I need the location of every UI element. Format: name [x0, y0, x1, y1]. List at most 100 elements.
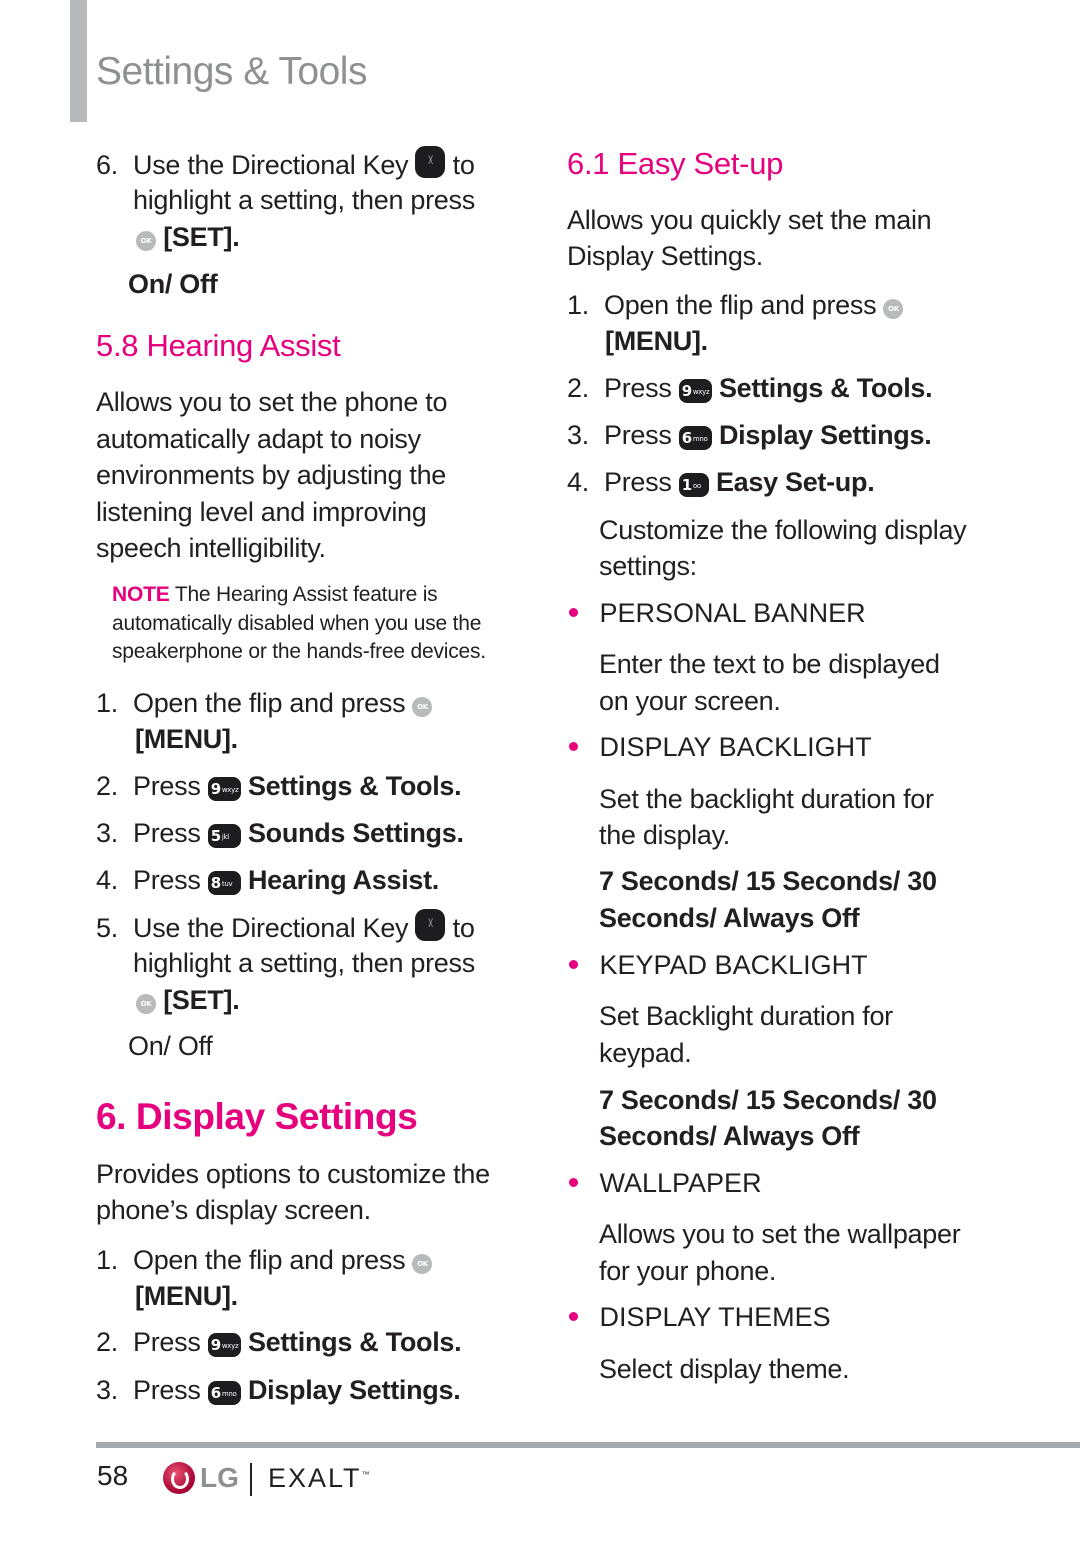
easy-step-3: 3. Press 6mno Display Settings. — [567, 417, 932, 453]
step-number: 2. — [96, 1327, 118, 1357]
bullet-icon — [569, 1312, 578, 1321]
menu-target: Display Settings. — [247, 1375, 461, 1405]
step-text: Press — [133, 818, 201, 848]
menu-target: Settings & Tools. — [718, 373, 933, 403]
hearing-desc-line: Allows you to set the phone to — [96, 387, 448, 417]
brand-separator — [250, 1463, 252, 1496]
lg-wordmark: LG — [200, 1462, 239, 1493]
customize-line: Customize the following display — [599, 515, 967, 545]
key-6-icon: 6mno — [207, 1381, 241, 1405]
bullet-icon — [569, 742, 578, 751]
step-number: 3. — [567, 420, 589, 450]
product-name: EXALT™ — [268, 1463, 370, 1494]
item-options: 7 Seconds/ 15 Seconds/ 30 — [599, 866, 937, 896]
trademark: ™ — [361, 1470, 370, 1479]
ok-key-icon: OK — [883, 299, 904, 319]
item-title: KEYPAD BACKLIGHT — [599, 950, 868, 980]
directional-key-icon — [415, 903, 446, 943]
menu-target: Display Settings. — [718, 420, 932, 450]
bullet-icon — [569, 1178, 578, 1187]
lg-logo-icon — [163, 1462, 195, 1494]
step-number: 4. — [96, 865, 118, 895]
step-6-line-2: highlight a setting, then press — [133, 185, 475, 215]
menu-target: Hearing Assist. — [247, 865, 440, 895]
page-number: 58 — [97, 1460, 129, 1491]
step-number: 1. — [96, 1245, 118, 1275]
key-9-icon: 9wxyz — [207, 1333, 241, 1357]
hearing-desc-line: automatically adapt to noisy — [96, 424, 421, 454]
easy-step-2: 2. Press 9wxyz Settings & Tools. — [567, 370, 933, 406]
item-desc: the display. — [599, 820, 730, 850]
easy-desc-line: Display Settings. — [567, 241, 763, 271]
item-desc: Allows you to set the wallpaper — [599, 1219, 961, 1249]
menu-label: [MENU]. — [135, 1281, 238, 1311]
step-number: 3. — [96, 1375, 118, 1405]
step-text: Press — [604, 420, 672, 450]
step-number: 3. — [96, 818, 118, 848]
note-label: NOTE — [112, 583, 170, 606]
step-6-option: On/ Off — [128, 269, 218, 299]
item-title: DISPLAY BACKLIGHT — [599, 732, 872, 762]
hearing-desc-line: speech intelligibility. — [96, 533, 326, 563]
step-text: Use the Directional Key — [133, 150, 409, 180]
item-options: 7 Seconds/ 15 Seconds/ 30 — [599, 1085, 937, 1115]
directional-key-icon — [415, 140, 446, 180]
step-text: Press — [133, 771, 201, 801]
hearing-step-4: 4. Press 8tuv Hearing Assist. — [96, 862, 439, 898]
menu-target: Settings & Tools. — [247, 1327, 462, 1357]
display-step-3: 3. Press 6mno Display Settings. — [96, 1372, 461, 1408]
item-desc: keypad. — [599, 1038, 692, 1068]
ok-key-icon: OK — [412, 697, 433, 717]
display-desc-line: Provides options to customize the — [96, 1159, 490, 1189]
menu-label: [MENU]. — [605, 326, 708, 356]
step-number: 2. — [567, 373, 589, 403]
step-text: Open the flip and press — [604, 290, 877, 320]
step-text: Press — [133, 1327, 201, 1357]
menu-target: Sounds Settings. — [247, 818, 464, 848]
set-label: [SET]. — [163, 222, 240, 252]
item-options: Seconds/ Always Off — [599, 1121, 860, 1151]
key-6-icon: 6mno — [678, 426, 712, 450]
step-text: to — [452, 913, 475, 943]
customize-line: settings: — [599, 551, 697, 581]
key-8-icon: 8tuv — [207, 871, 241, 895]
key-9-icon: 9wxyz — [207, 777, 241, 801]
step-text: Press — [604, 467, 672, 497]
item-display-themes: DISPLAY THEMES — [569, 1302, 831, 1333]
step-text: Press — [133, 865, 201, 895]
page-section-title: Settings & Tools — [96, 50, 367, 93]
key-1-icon: 1oo — [678, 473, 709, 497]
item-keypad-backlight: KEYPAD BACKLIGHT — [569, 950, 868, 981]
display-step-1: 1. Open the flip and press OK — [96, 1242, 433, 1278]
step-text: Use the Directional Key — [133, 913, 409, 943]
display-desc-line: phone’s display screen. — [96, 1195, 371, 1225]
step-number: 1. — [96, 688, 118, 718]
easy-step-4: 4. Press 1oo Easy Set-up. — [567, 464, 875, 500]
item-title: WALLPAPER — [599, 1168, 762, 1198]
menu-target: Settings & Tools. — [247, 771, 462, 801]
step-number: 6. — [96, 150, 118, 180]
note-text: The Hearing Assist feature is — [174, 583, 438, 606]
footer-divider — [96, 1442, 1080, 1448]
product-label: EXALT — [268, 1463, 362, 1493]
step-text: Press — [604, 373, 672, 403]
step-text: Open the flip and press — [133, 1245, 406, 1275]
bullet-icon — [569, 960, 578, 969]
key-9-icon: 9wxyz — [678, 379, 712, 403]
hearing-step-5-line-1: 5. Use the Directional Key to — [96, 903, 475, 946]
item-wallpaper: WALLPAPER — [569, 1168, 762, 1199]
hearing-step-3: 3. Press 5jkl Sounds Settings. — [96, 815, 464, 851]
section-heading-hearing-assist: 5.8 Hearing Assist — [96, 328, 341, 363]
item-desc: for your phone. — [599, 1256, 777, 1286]
item-options: Seconds/ Always Off — [599, 903, 860, 933]
chapter-heading-display-settings: 6. Display Settings — [96, 1096, 418, 1137]
ok-key-icon: OK — [136, 231, 156, 251]
item-desc: Set the backlight duration for — [599, 784, 934, 814]
easy-desc-line: Allows you quickly set the main — [567, 205, 932, 235]
step-number: 5. — [96, 913, 118, 943]
ok-key-icon: OK — [136, 994, 156, 1014]
bullet-icon — [569, 608, 578, 617]
step-text: Open the flip and press — [133, 688, 406, 718]
hearing-step-5-line-2: highlight a setting, then press — [133, 948, 475, 978]
set-label: [SET]. — [163, 985, 240, 1015]
